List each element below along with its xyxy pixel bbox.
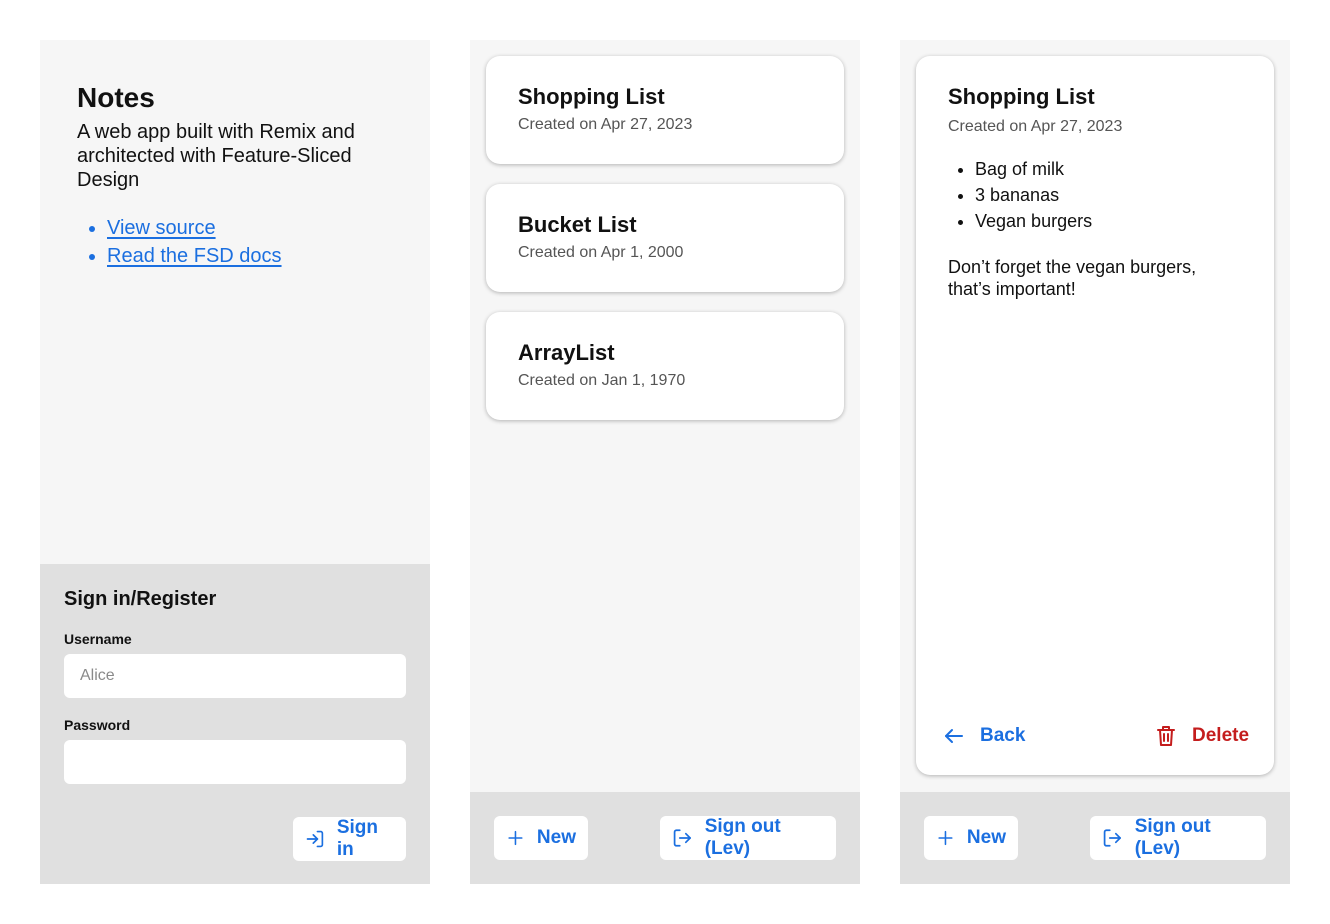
username-input[interactable] — [64, 654, 406, 698]
password-input[interactable] — [64, 740, 406, 784]
new-note-label: New — [536, 827, 576, 848]
note-date: Created on Jan 1, 1970 — [518, 372, 686, 389]
username-label: Username — [64, 631, 132, 647]
home-panel: Notes A web app built with Remix and arc… — [40, 40, 430, 884]
delete-button[interactable]: Delete — [1154, 724, 1249, 748]
notes-list-panel: Shopping List Created on Apr 27, 2023 Bu… — [470, 40, 860, 884]
note-date: Created on Apr 1, 2000 — [518, 244, 684, 261]
new-note-button[interactable]: New — [924, 816, 1018, 860]
list-item: Bag of milk — [975, 156, 1092, 182]
note-card[interactable]: ArrayList Created on Jan 1, 1970 — [486, 312, 844, 420]
note-title: Shopping List — [518, 84, 665, 109]
footer-bar: New Sign out (Lev) — [470, 792, 860, 884]
note-card[interactable]: Bucket List Created on Apr 1, 2000 — [486, 184, 844, 292]
note-title: Bucket List — [518, 212, 637, 237]
new-note-label: New — [966, 827, 1006, 848]
note-card[interactable]: Shopping List Created on Apr 27, 2023 — [486, 56, 844, 164]
list-item: 3 bananas — [975, 182, 1092, 208]
list-item: View source — [107, 214, 397, 242]
new-note-button[interactable]: New — [494, 816, 588, 860]
app-description: A web app built with Remix and architect… — [77, 121, 355, 191]
note-detail-panel: Shopping List Created on Apr 27, 2023 Ba… — [900, 40, 1290, 884]
signin-button[interactable]: Sign in — [293, 817, 406, 861]
signout-button[interactable]: Sign out (Lev) — [660, 816, 836, 860]
intro: Notes A web app built with Remix and arc… — [77, 82, 397, 270]
trash-icon — [1157, 726, 1175, 746]
note-title: Shopping List — [948, 84, 1095, 109]
signout-button[interactable]: Sign out (Lev) — [1090, 816, 1266, 860]
signout-label: Sign out (Lev) — [1134, 816, 1211, 859]
link-list: View source Read the FSD docs — [77, 214, 397, 270]
fsd-docs-link[interactable]: Read the FSD docs — [107, 245, 282, 267]
back-button[interactable]: Back — [942, 724, 1025, 748]
sign-out-icon — [1103, 829, 1121, 847]
note-body: Don’t forget the vegan burgers, that’s i… — [948, 257, 1197, 299]
view-source-link[interactable]: View source — [107, 217, 216, 239]
note-date: Created on Apr 27, 2023 — [518, 116, 693, 133]
plus-icon — [938, 830, 953, 846]
back-label: Back — [980, 725, 1026, 746]
list-item: Vegan burgers — [975, 208, 1092, 234]
sign-in-icon — [306, 830, 324, 848]
sign-out-icon — [673, 829, 691, 847]
signin-form: Sign in/Register Username Password Sign … — [40, 564, 430, 884]
list-item: Read the FSD docs — [107, 242, 397, 270]
note-items: Bag of milk 3 bananas Vegan burgers — [948, 156, 1092, 234]
app-title: Notes — [77, 82, 155, 113]
password-label: Password — [64, 717, 131, 733]
footer-bar: New Sign out (Lev) — [900, 792, 1290, 884]
note-date: Created on Apr 27, 2023 — [948, 118, 1123, 135]
signin-button-label: Sign in — [336, 817, 379, 860]
signin-heading: Sign in/Register — [64, 588, 217, 610]
delete-label: Delete — [1192, 725, 1250, 746]
signout-label: Sign out (Lev) — [704, 816, 781, 859]
plus-icon — [508, 830, 523, 846]
arrow-left-icon — [945, 729, 963, 743]
note-detail-card: Shopping List Created on Apr 27, 2023 Ba… — [916, 56, 1274, 775]
note-title: ArrayList — [518, 340, 615, 365]
